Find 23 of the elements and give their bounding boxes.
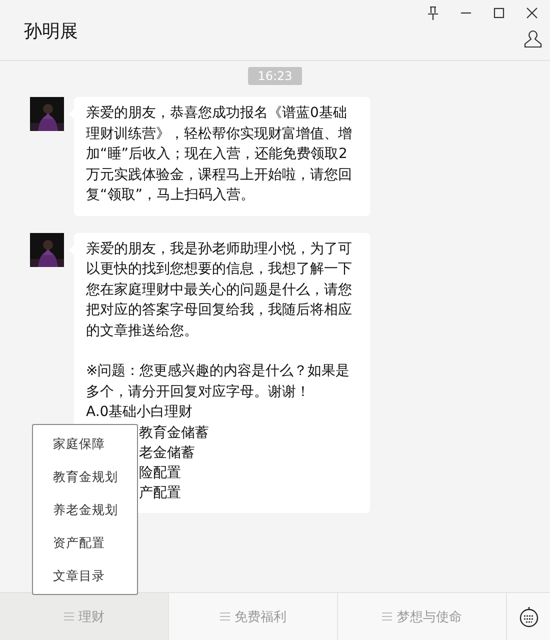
keyboard-icon[interactable] <box>518 606 538 628</box>
menu-item[interactable]: 养老金规划 <box>33 493 137 526</box>
message-text: 老金储蓄 <box>139 444 195 462</box>
menu-item[interactable]: 家庭保障 <box>33 427 137 460</box>
timestamp: 16:23 <box>248 67 302 85</box>
message-text: ※问题：您更感兴趣的内容是什么？如果是多个，请分开回复对应字母。谢谢！ <box>86 362 351 402</box>
chat-title: 孙明展 <box>24 20 78 43</box>
menu-icon <box>220 612 230 621</box>
message-text: 产配置 <box>139 484 181 502</box>
message-text: A.0基础小白理财 <box>86 403 194 422</box>
menu-item[interactable]: 文章目录 <box>33 559 137 592</box>
message-text: 亲爱的朋友，恭喜您成功报名《谱蓝0基础理财训练营》，轻松帮你实现财富增值、增加“睡”后收入；现在入营，还能免费领取2万元实践体验金，课程马上开始啦，请您回复“领取”，马上扫码入营。 <box>86 104 353 205</box>
menu-icon <box>382 612 392 621</box>
close-icon[interactable] <box>526 7 538 19</box>
maximize-icon[interactable] <box>493 7 505 19</box>
person-icon[interactable] <box>524 30 542 48</box>
pin-icon[interactable] <box>427 6 439 20</box>
menu-icon <box>64 612 74 621</box>
menu-item[interactable]: 教育金规划 <box>33 460 137 493</box>
menu-item[interactable]: 资产配置 <box>33 526 137 559</box>
message-text: 亲爱的朋友，我是孙老师助理小悦，为了可以更快的找到您想要的信息，我想了解一下您在家庭理财中最关心的问题是什么，请您把对应的答案字母回复给我，我随后将相应的文章推送给您。 <box>86 240 353 340</box>
message-text: 险配置 <box>139 464 181 482</box>
message-text: 教育金储蓄 <box>139 424 209 442</box>
